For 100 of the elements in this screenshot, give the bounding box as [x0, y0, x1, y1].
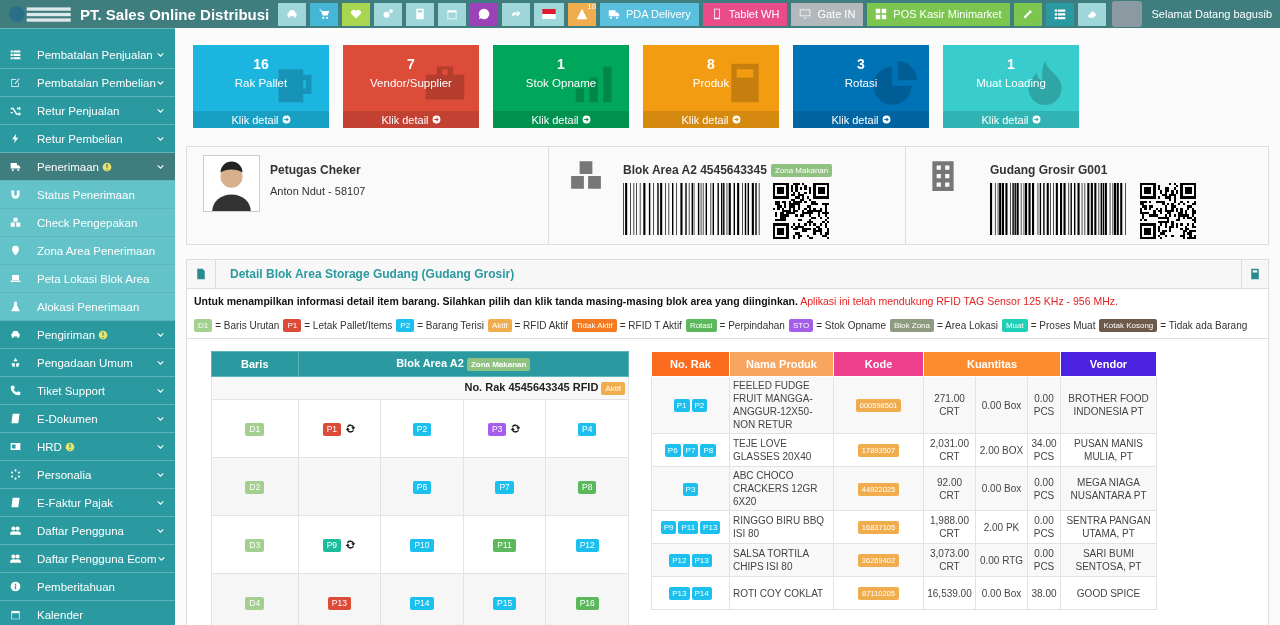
legend-text: = Area Lokasi	[937, 320, 998, 331]
toolbar-button[interactable]	[309, 2, 338, 26]
toolbar-button[interactable]	[1045, 2, 1074, 26]
toolbar-button[interactable]: Tablet WH	[702, 2, 788, 26]
detail-link[interactable]: Klik detail	[643, 111, 779, 128]
table-cell: 0.00 RTG	[975, 543, 1028, 577]
rack-badge: P13	[669, 587, 690, 600]
detail-link[interactable]: Klik detail	[343, 111, 479, 128]
rack-badge: P1	[673, 399, 690, 412]
stat-value: 8	[707, 56, 715, 72]
company-logo	[8, 4, 74, 24]
toolbar-button[interactable]: POS Kasir Minimarket	[867, 2, 1010, 26]
pallet-badge[interactable]: P16	[575, 596, 599, 610]
chevron-down-icon	[156, 330, 165, 339]
pallet-badge[interactable]: P2	[412, 422, 432, 436]
table-cell: TEJE LOVE GLASSES 20X40	[729, 433, 834, 467]
sidebar-subitem[interactable]: Status Penerimaan	[0, 181, 175, 209]
warehouse-title: Gudang Grosir G001	[990, 163, 1109, 177]
pallet-badge[interactable]: P10	[410, 538, 434, 552]
stat-value: 16	[253, 56, 269, 72]
calculator-icon	[1249, 268, 1261, 280]
column-header: Vendor	[1060, 351, 1157, 377]
stat-value: 1	[557, 56, 565, 72]
list-icon	[10, 49, 21, 60]
toolbar-button[interactable]	[373, 2, 402, 26]
pallet-badge[interactable]: P8	[578, 480, 597, 494]
detail-link[interactable]: Klik detail	[943, 111, 1079, 128]
users-icon	[10, 525, 21, 536]
table-cell: 92.00 CRT	[923, 466, 976, 511]
legend-badge: STO	[788, 319, 814, 332]
eraser-icon	[1085, 8, 1098, 20]
pallet-badge[interactable]: P13	[327, 596, 351, 610]
detail-link[interactable]: Klik detail	[193, 111, 329, 128]
detail-link[interactable]: Klik detail	[493, 111, 629, 128]
toolbar-button[interactable]	[437, 2, 466, 26]
bolt-icon	[10, 133, 21, 144]
chevron-down-icon	[156, 442, 165, 451]
rack-badge: P9	[660, 521, 677, 534]
pallet-badge[interactable]: P15	[493, 596, 517, 610]
detail-link[interactable]: Klik detail	[793, 111, 929, 128]
table-cell: SARI BUMI SENTOSA, PT	[1060, 543, 1157, 577]
stat-label: Produk	[692, 77, 730, 89]
pallet-badge[interactable]: P14	[410, 596, 434, 610]
sidebar-subitem[interactable]: Zona Area Penerimaan	[0, 237, 175, 265]
table-cell: ABC CHOCO CRACKERS 12GR 6X20	[729, 466, 834, 511]
wrench-icon	[1021, 8, 1034, 20]
rack-badge: P8	[700, 444, 717, 457]
chevron-down-icon	[156, 358, 165, 367]
legend-badge: P2	[396, 319, 415, 332]
chevron-down-icon	[156, 78, 165, 87]
stat-label: Rak Pallet	[234, 77, 288, 89]
rack-badge: P6	[664, 444, 681, 457]
toolbar-button[interactable]: 10	[567, 2, 596, 26]
magnet-icon	[10, 189, 21, 200]
toolbar-button[interactable]	[501, 2, 530, 26]
users-icon	[10, 553, 21, 564]
pallet-badge[interactable]: P12	[575, 538, 599, 552]
chevron-down-icon	[156, 526, 165, 535]
legend-text: = Proses Muat	[1030, 320, 1096, 331]
pallet-badge[interactable]: P1	[322, 422, 342, 436]
toolbar-button[interactable]: PDA Delivery	[599, 2, 699, 26]
flask-icon	[10, 301, 21, 312]
toolbar-button[interactable]	[277, 2, 306, 26]
toolbar-button[interactable]	[405, 2, 434, 26]
alert-icon	[102, 161, 112, 172]
pallet-badge[interactable]: P7	[495, 480, 514, 494]
toolbar-button[interactable]: Gate IN	[791, 2, 864, 26]
toolbar-button[interactable]	[1077, 2, 1106, 26]
table-cell: ROTI COY COKLAT	[729, 576, 834, 610]
toolbar-button[interactable]	[1013, 2, 1042, 26]
table-cell: GOOD SPICE	[1060, 576, 1157, 610]
sidebar-item[interactable]: Pengiriman	[0, 321, 175, 349]
description-text: Untuk menampilkan informasi detail item barang. Silahkan pilih dan klik tanda masing-masing blok area yang diinginkan.	[194, 295, 798, 307]
cubes-icon	[10, 217, 21, 228]
toolbar-button[interactable]	[469, 2, 498, 26]
table-cell: 0.00 PCS	[1027, 510, 1061, 544]
pallet-badge[interactable]: P11	[493, 538, 516, 552]
table-cell: MEGA NIAGA NUSANTARA PT	[1060, 466, 1157, 511]
legend-badge: Rotasi	[685, 319, 717, 332]
pallet-badge[interactable]: P9	[322, 538, 342, 552]
shuffle-icon	[10, 105, 21, 116]
pallet-badge[interactable]: P3	[487, 422, 507, 436]
sidebar-item[interactable]: Penerimaan	[0, 153, 175, 181]
legend-text: = Barang Terisi	[417, 320, 484, 331]
table-cell: 0.00 PCS	[1027, 466, 1061, 511]
sidebar-item[interactable]: HRD	[0, 433, 175, 461]
table-cell: 0.00 Box	[975, 376, 1028, 434]
info-icon	[10, 581, 21, 592]
sidebar-subitem[interactable]: Peta Lokasi Blok Area	[0, 265, 175, 293]
chevron-down-icon	[156, 50, 165, 59]
table-cell: 0.00 PCS	[1027, 376, 1061, 434]
id-card-icon	[10, 441, 21, 452]
panel-title: Detail Blok Area Storage Gudang (Gudang Grosir)	[230, 267, 515, 281]
pallet-badge[interactable]: P4	[578, 422, 597, 436]
sidebar-subitem[interactable]: Check Pengepakan	[0, 209, 175, 237]
pallet-badge[interactable]: P6	[412, 480, 432, 494]
toolbar-button[interactable]	[341, 2, 370, 26]
table-cell: SALSA TORTILA CHIPS ISI 80	[729, 543, 834, 577]
sidebar-subitem[interactable]: Alokasi Penerimaan	[0, 293, 175, 321]
toolbar-button[interactable]	[533, 2, 564, 26]
